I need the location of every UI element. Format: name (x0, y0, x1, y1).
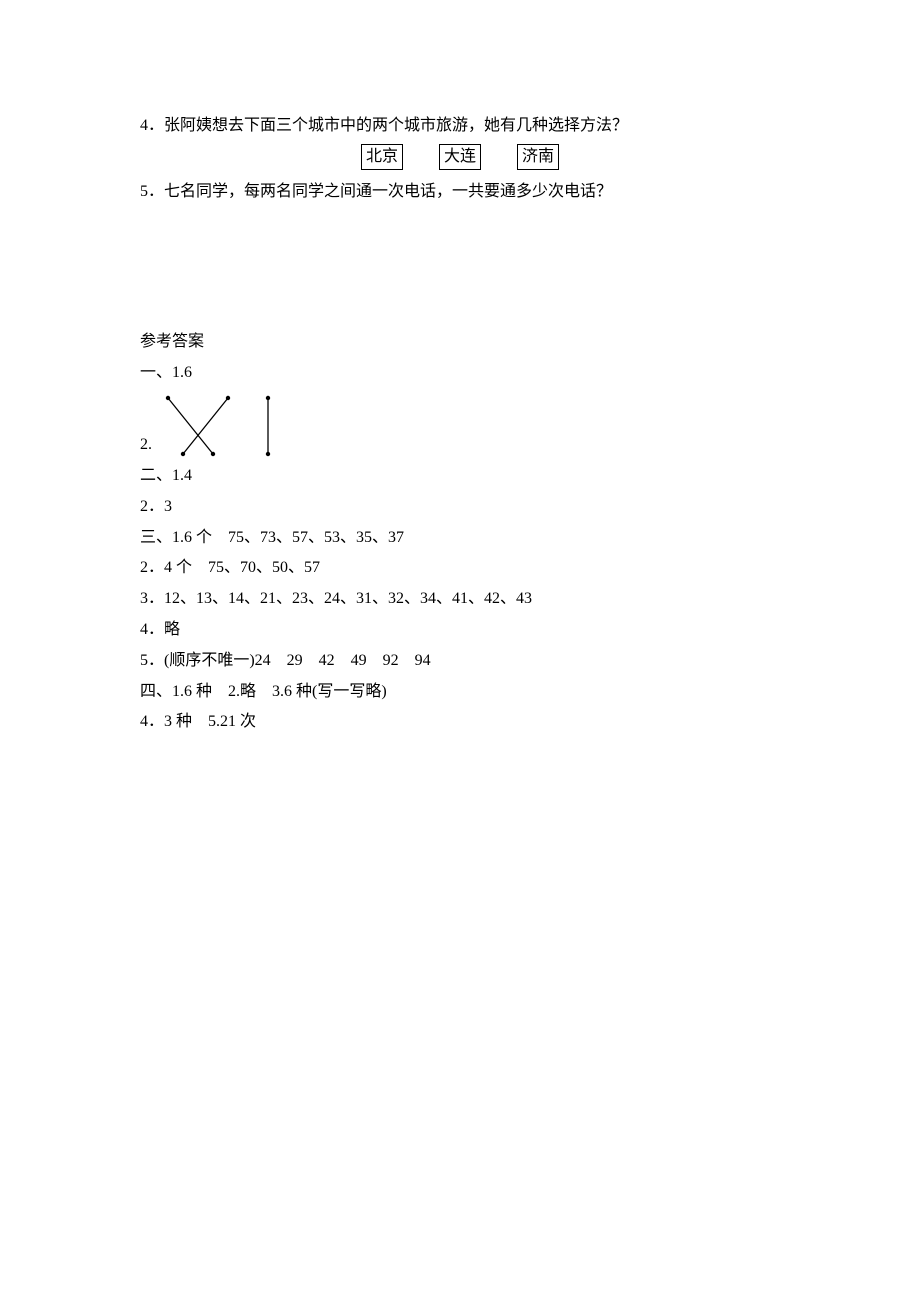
answer-four-2: 4．3 种 5.21 次 (140, 708, 780, 737)
blank-space (140, 208, 780, 328)
answer-two-2: 2．3 (140, 493, 780, 522)
q5-number: 5． (140, 183, 164, 200)
answer-one-2-prefix: 2. (140, 431, 152, 460)
city-options-row: 北京 大连 济南 (140, 143, 780, 172)
answer-four-1: 四、1.6 种 2.略 3.6 种(写一写略) (140, 678, 780, 707)
answer-two-1: 二、1.4 (140, 462, 780, 491)
answer-heading: 参考答案 (140, 328, 780, 357)
q4-text: 张阿姨想去下面三个城市中的两个城市旅游，她有几种选择方法？ (164, 117, 628, 134)
question-4-line: 4．张阿姨想去下面三个城市中的两个城市旅游，她有几种选择方法？ (140, 112, 780, 141)
city-box-jinan: 济南 (517, 144, 559, 170)
question-5-line: 5．七名同学，每两名同学之间通一次电话，一共要通多少次电话？ (140, 178, 780, 207)
answer-one-2-row: 2. (140, 390, 780, 462)
city-box-dalian: 大连 (439, 144, 481, 170)
answer-three-2: 2．4 个 75、70、50、57 (140, 554, 780, 583)
answer-key-block: 参考答案 一、1.6 2. 二、1.4 2．3 三、1.6 个 75、73、57… (140, 328, 780, 737)
answer-three-4: 4．略 (140, 616, 780, 645)
answer-three-3: 3．12、13、14、21、23、24、31、32、34、41、42、43 (140, 585, 780, 614)
answer-one-1: 一、1.6 (140, 359, 780, 388)
answer-three-1: 三、1.6 个 75、73、57、53、35、37 (140, 524, 780, 553)
q5-text: 七名同学，每两名同学之间通一次电话，一共要通多少次电话？ (164, 183, 612, 200)
q4-number: 4． (140, 117, 164, 134)
answer-three-5: 5．(顺序不唯一)24 29 42 49 92 94 (140, 647, 780, 676)
city-box-beijing: 北京 (361, 144, 403, 170)
lines-diagram-icon (158, 390, 288, 462)
